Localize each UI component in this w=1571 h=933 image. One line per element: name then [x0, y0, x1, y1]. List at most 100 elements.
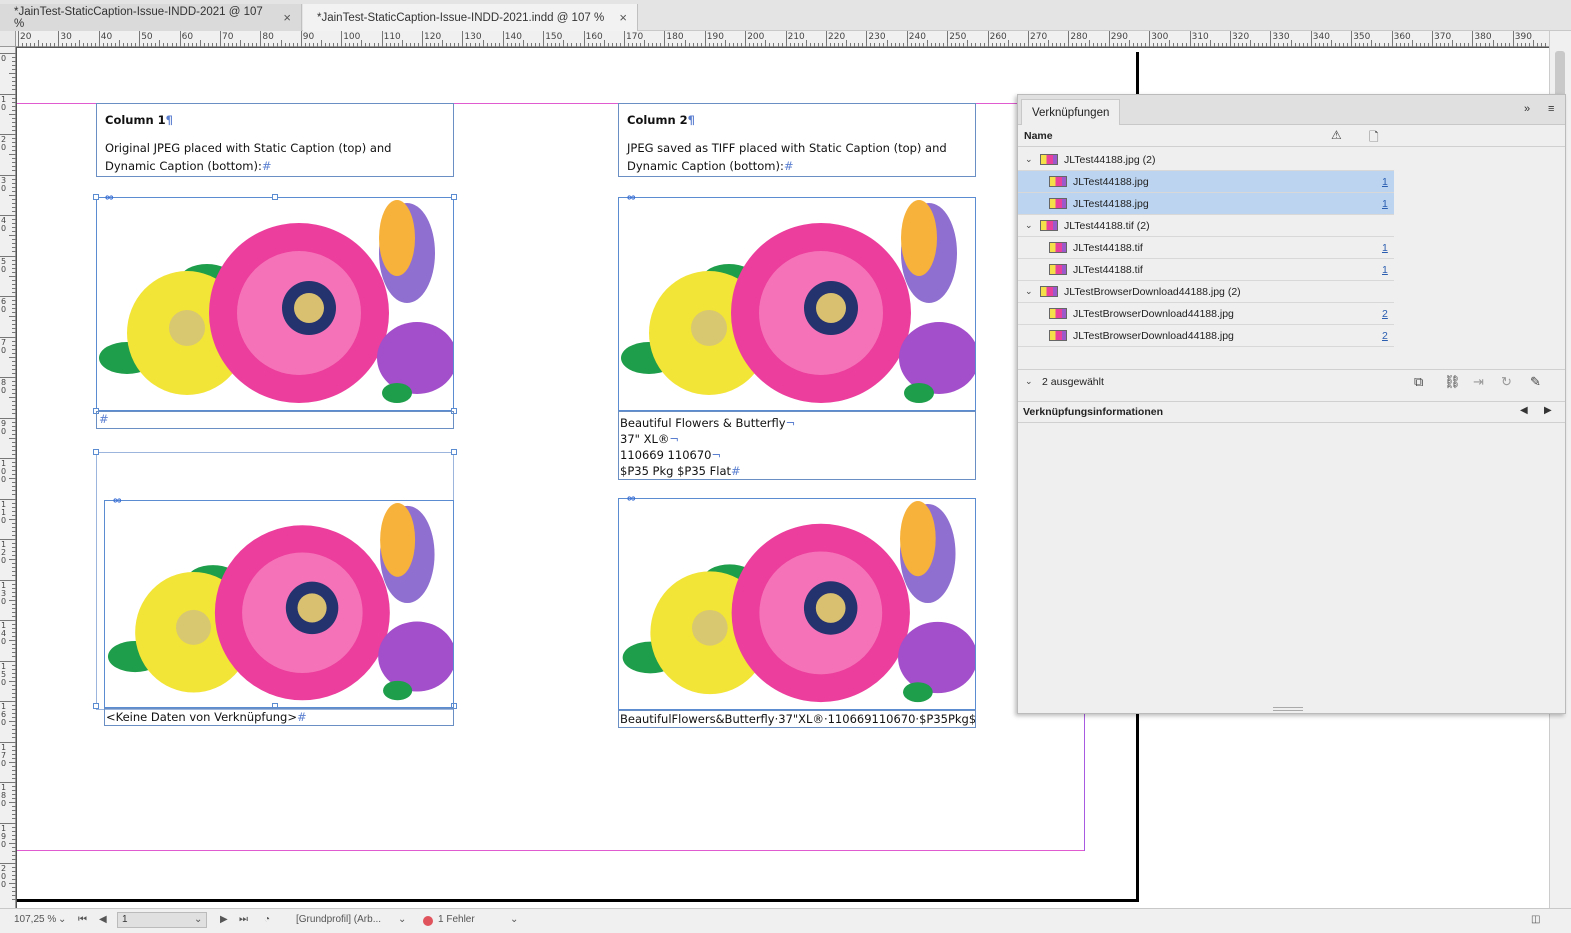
horizontal-ruler[interactable]: 20 30 40 50 60 70 80 90 100 110 120 130 140 150 160 170… [16, 31, 1551, 47]
panel-resize-grip[interactable] [1273, 707, 1303, 711]
resize-handle[interactable] [93, 449, 99, 455]
image-frame-col1-bottom[interactable] [104, 500, 454, 708]
update-link-icon[interactable]: ↻ [1501, 374, 1512, 390]
link-row[interactable]: JLTest44188.jpg 1 [1018, 193, 1394, 215]
document-tab-1[interactable]: *JainTest-StaticCaption-Issue-INDD-2021 … [0, 4, 302, 31]
link-row[interactable]: JLTestBrowserDownload44188.jpg 2 [1018, 325, 1394, 347]
ruler-minor-tick [619, 43, 621, 47]
ruler-minor-tick [1274, 43, 1276, 47]
column-name[interactable]: Name [1024, 130, 1053, 142]
image-frame-col1-top[interactable] [96, 197, 454, 411]
ruler-minor-tick [12, 405, 16, 407]
chevron-down-icon[interactable]: ⌄ [1025, 286, 1033, 297]
ruler-minor-tick [1363, 43, 1365, 47]
last-page-icon[interactable]: ⏭ [239, 914, 248, 925]
resize-handle[interactable] [93, 194, 99, 200]
ruler-minor-tick [54, 43, 56, 47]
chevron-down-icon[interactable]: ⌄ [510, 914, 518, 925]
page-link[interactable]: 1 [1382, 198, 1388, 210]
page-icon[interactable]: 🗋 [1369, 128, 1379, 149]
ruler-minor-tick [12, 777, 16, 779]
ruler-minor-tick [862, 43, 864, 47]
link-info-header[interactable]: Verknüpfungsinformationen ◀ ▶ [1018, 401, 1565, 423]
ruler-minor-tick [1262, 43, 1264, 47]
page-link[interactable]: 1 [1382, 264, 1388, 276]
zoom-level[interactable]: 107,25 % [14, 914, 56, 925]
resize-handle[interactable] [93, 703, 99, 709]
chevron-down-icon[interactable]: ⌄ [58, 914, 66, 925]
link-row[interactable]: JLTest44188.tif 1 [1018, 259, 1394, 281]
ruler-origin[interactable] [0, 31, 16, 47]
relink-icon[interactable]: ⛓ [1444, 374, 1461, 390]
vertical-ruler[interactable]: 0 1 0 2 0 3 0 4 0 5 0 6 0 7 0 8 0 9 0 1 0 0 1 1 0 1 … [0, 47, 16, 908]
next-page-icon[interactable]: ▶ [220, 914, 228, 925]
page-link[interactable]: 1 [1382, 176, 1388, 188]
tab-links[interactable]: Verknüpfungen [1021, 99, 1121, 125]
ruler-minor-tick [12, 101, 16, 103]
image-frame-col2-top[interactable] [618, 197, 976, 411]
next-icon[interactable]: ▶ [1544, 405, 1552, 416]
close-icon[interactable]: × [283, 10, 291, 25]
link-group-row[interactable]: ⌄ JLTestBrowserDownload44188.jpg (2) [1018, 281, 1394, 303]
dynamic-caption-frame-col1[interactable]: <Keine Daten von Verknüpfung># [104, 708, 454, 726]
resize-handle[interactable] [272, 194, 278, 200]
link-chain-icon[interactable]: ∞ [113, 494, 122, 506]
chevron-down-icon[interactable]: ⌄ [1025, 376, 1033, 387]
link-chain-icon[interactable]: ∞ [627, 191, 636, 203]
link-chain-icon[interactable]: ∞ [105, 191, 114, 203]
edit-original-icon[interactable]: ✎ [1530, 374, 1541, 390]
ruler-minor-tick [9, 802, 16, 804]
page-link[interactable]: 1 [1382, 242, 1388, 254]
link-chain-icon[interactable]: ∞ [627, 492, 636, 504]
previous-icon[interactable]: ◀ [1520, 405, 1528, 416]
ruler-minor-tick [1387, 43, 1389, 47]
ruler-minor-tick [1427, 43, 1429, 47]
link-row[interactable]: JLTestBrowserDownload44188.jpg 2 [1018, 303, 1394, 325]
ruler-minor-tick [1541, 43, 1543, 47]
link-row[interactable]: JLTest44188.tif 1 [1018, 237, 1394, 259]
column-2-text-frame[interactable]: Column 2¶ JPEG saved as TIFF placed with… [618, 103, 976, 177]
chevron-down-icon[interactable]: ⌄ [194, 914, 202, 925]
warning-icon[interactable]: ⚠ [1331, 128, 1342, 142]
page-link[interactable]: 2 [1382, 330, 1388, 342]
image-thumbnail-icon [1040, 286, 1058, 297]
ruler-tick [1472, 31, 1474, 47]
collapse-panel-icon[interactable]: » [1524, 103, 1530, 115]
link-row[interactable]: JLTest44188.jpg 1 [1018, 171, 1394, 193]
chevron-down-icon[interactable]: ⌄ [398, 914, 406, 925]
chevron-down-icon[interactable]: ⌄ [1025, 154, 1033, 165]
ruler-label: 2 0 [1, 135, 7, 152]
column-1-text-frame[interactable]: Column 1¶ Original JPEG placed with Stat… [96, 103, 454, 177]
document-tab-2[interactable]: *JainTest-StaticCaption-Issue-INDD-2021.… [303, 4, 638, 31]
previous-page-icon[interactable]: ◀ [99, 914, 107, 925]
chevron-down-icon[interactable]: ⌄ [1025, 220, 1033, 231]
ruler-minor-tick [640, 43, 642, 47]
close-icon[interactable]: × [619, 10, 627, 25]
links-panel[interactable]: Verknüpfungen » ≡ Name ⚠ 🗋 ⌄ JLTest44188.… [1017, 94, 1566, 714]
first-page-icon[interactable]: ⏮ [78, 914, 87, 925]
go-to-link-icon[interactable]: ⇥ [1473, 374, 1484, 390]
link-group-row[interactable]: ⌄ JLTest44188.tif (2) [1018, 215, 1394, 237]
ruler-minor-tick [12, 300, 16, 302]
ruler-minor-tick [535, 43, 537, 47]
image-frame-col2-bottom[interactable] [618, 498, 976, 710]
panel-menu-icon[interactable]: ≡ [1548, 103, 1554, 115]
ruler-minor-tick [12, 709, 16, 711]
resize-handle[interactable] [451, 449, 457, 455]
show-in-layers-icon[interactable]: ⧉ [1414, 374, 1423, 390]
link-group-row[interactable]: ⌄ JLTest44188.jpg (2) [1018, 149, 1394, 171]
static-caption-frame-col1[interactable]: # [96, 411, 454, 429]
document-page[interactable]: Column 1¶ Original JPEG placed with Stat… [17, 52, 1139, 902]
ruler-minor-tick [12, 267, 16, 269]
dynamic-caption-frame-col2[interactable]: BeautifulFlowers&Butterfly·37"XL®·110669… [618, 710, 976, 728]
ruler-minor-tick [12, 567, 16, 569]
ruler-minor-tick [12, 243, 16, 245]
preflight-profile[interactable]: [Grundprofil] (Arb... [296, 914, 381, 925]
preflight-icon[interactable]: ◔ [264, 914, 270, 925]
static-caption-frame-col2[interactable]: Beautiful Flowers & Butterfly¬ 37" XL®¬ … [618, 411, 976, 480]
ruler-minor-tick [12, 583, 16, 585]
toggle-view-icon[interactable]: ◫ [1531, 914, 1540, 925]
resize-handle[interactable] [451, 194, 457, 200]
error-count[interactable]: 1 Fehler [438, 914, 475, 925]
page-link[interactable]: 2 [1382, 308, 1388, 320]
